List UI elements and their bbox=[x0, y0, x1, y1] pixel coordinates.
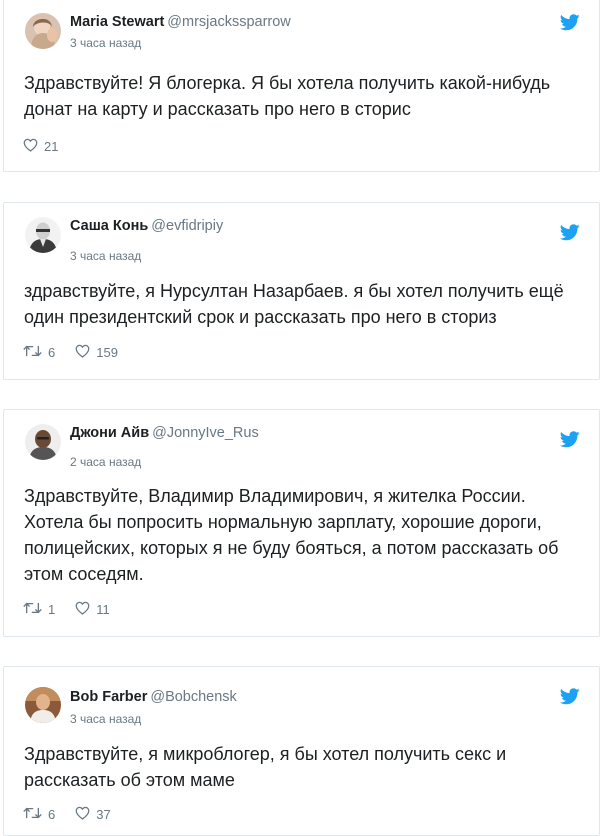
tweet-author[interactable]: Maria Stewart @mrsjackssparrow bbox=[70, 14, 291, 30]
display-name[interactable]: Джони Айв bbox=[70, 425, 149, 441]
twitter-bird-icon[interactable] bbox=[559, 224, 580, 241]
retweet-button[interactable]: 6 bbox=[23, 806, 55, 823]
retweet-count: 6 bbox=[48, 807, 56, 822]
user-handle[interactable]: @Bobchensk bbox=[150, 689, 236, 705]
tweet-author[interactable]: Джони Айв @JonnyIve_Rus bbox=[70, 425, 259, 441]
like-count: 11 bbox=[96, 602, 110, 617]
tweet-actions: 6 159 bbox=[23, 344, 138, 361]
tweet-card: Bob Farber @Bobchensk 3 часа назад Здравс… bbox=[3, 666, 600, 836]
twitter-bird-icon[interactable] bbox=[559, 14, 580, 31]
like-button[interactable]: 11 bbox=[75, 601, 110, 618]
timestamp[interactable]: 2 часа назад bbox=[70, 455, 141, 469]
twitter-bird-icon[interactable] bbox=[559, 431, 580, 448]
timestamp[interactable]: 3 часа назад bbox=[70, 36, 141, 50]
display-name[interactable]: Maria Stewart bbox=[70, 14, 164, 30]
retweet-count: 1 bbox=[48, 602, 56, 617]
tweet-card: Maria Stewart @mrsjackssparrow 3 часа наз… bbox=[3, 0, 600, 172]
tweet-author[interactable]: Bob Farber @Bobchensk bbox=[70, 689, 237, 705]
heart-icon bbox=[75, 344, 96, 361]
like-count: 21 bbox=[44, 139, 59, 154]
tweet-text: Здравствуйте, Владимир Владимирович, я ж… bbox=[24, 486, 559, 584]
retweet-button[interactable]: 1 bbox=[23, 601, 55, 618]
twitter-bird-icon[interactable] bbox=[559, 688, 580, 705]
user-handle[interactable]: @mrsjackssparrow bbox=[167, 14, 290, 30]
avatar[interactable] bbox=[25, 424, 61, 460]
heart-icon bbox=[75, 806, 96, 823]
tweet-card: Саша Конь @evfidripiy 3 часа назад здравс… bbox=[3, 202, 600, 380]
tweet-text: Здравствуйте, я микроблогер, я бы хотел … bbox=[24, 744, 507, 790]
tweet-text: Здравствуйте! Я блогерка. Я бы хотела по… bbox=[24, 73, 551, 119]
tweet-card: Джони Айв @JonnyIve_Rus 2 часа назад Здра… bbox=[3, 409, 600, 637]
retweet-icon bbox=[23, 601, 48, 618]
display-name[interactable]: Bob Farber bbox=[70, 689, 147, 705]
retweet-button[interactable]: 6 bbox=[23, 344, 55, 361]
tweet-actions: 6 37 bbox=[23, 806, 131, 823]
tweet-actions: 21 bbox=[23, 138, 78, 155]
like-count: 159 bbox=[96, 345, 118, 360]
like-button[interactable]: 37 bbox=[75, 806, 111, 823]
tweet-text: здравствуйте, я Нурсултан Назарбаев. я б… bbox=[24, 281, 564, 327]
retweet-count: 6 bbox=[48, 345, 56, 360]
timestamp[interactable]: 3 часа назад bbox=[70, 249, 141, 263]
display-name[interactable]: Саша Конь bbox=[70, 218, 148, 234]
timestamp[interactable]: 3 часа назад bbox=[70, 712, 141, 726]
avatar[interactable] bbox=[25, 687, 61, 723]
tweet-author[interactable]: Саша Конь @evfidripiy bbox=[70, 218, 223, 234]
like-button[interactable]: 21 bbox=[23, 138, 58, 155]
user-handle[interactable]: @JonnyIve_Rus bbox=[152, 425, 259, 441]
avatar[interactable] bbox=[25, 217, 61, 253]
like-button[interactable]: 159 bbox=[75, 344, 118, 361]
like-count: 37 bbox=[96, 807, 111, 822]
retweet-icon bbox=[23, 344, 48, 361]
avatar[interactable] bbox=[25, 13, 61, 49]
tweet-actions: 1 11 bbox=[23, 601, 130, 618]
user-handle[interactable]: @evfidripiy bbox=[151, 218, 223, 234]
retweet-icon bbox=[23, 806, 48, 823]
heart-icon bbox=[23, 138, 44, 155]
heart-icon bbox=[75, 601, 96, 618]
